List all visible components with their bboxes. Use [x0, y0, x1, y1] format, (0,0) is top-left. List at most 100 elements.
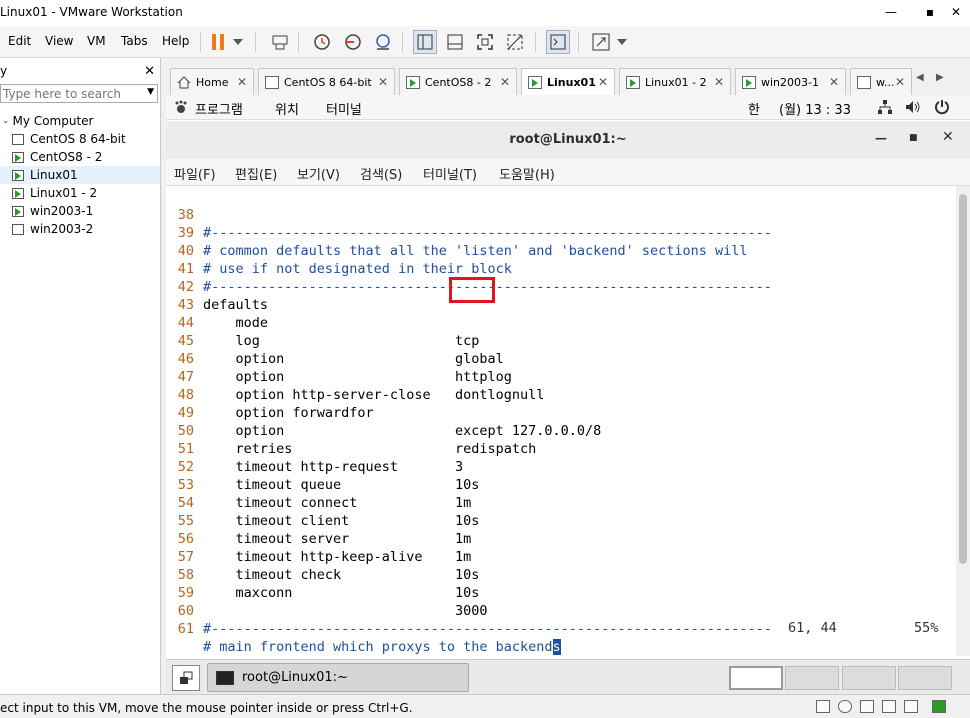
- expand-icon[interactable]: ⌄: [2, 116, 10, 126]
- tab-win2003-2[interactable]: w... ✕: [850, 68, 912, 95]
- power-icon[interactable]: [934, 99, 950, 115]
- guest-display[interactable]: 프로그램 위치 터미널 한 (월) 13 : 33 root@Linux01:~…: [166, 95, 970, 694]
- tab-home[interactable]: Home ✕: [170, 68, 254, 95]
- network-adapter-icon[interactable]: [860, 700, 874, 713]
- hard-disk-icon[interactable]: [816, 700, 830, 713]
- tab-centos8-2[interactable]: CentOS8 - 2 ✕: [399, 68, 517, 95]
- workspace-1[interactable]: [729, 666, 783, 690]
- tab-close-icon[interactable]: ✕: [829, 75, 839, 89]
- library-search[interactable]: ▼: [0, 84, 158, 103]
- workspace-2[interactable]: [785, 666, 839, 690]
- status-bar: ect input to this VM, move the mouse poi…: [0, 694, 970, 718]
- tab-win2003-1[interactable]: win2003-1 ✕: [735, 68, 846, 95]
- pause-icon[interactable]: [206, 30, 230, 54]
- tree-root-my-computer[interactable]: ⌄ My Computer: [0, 112, 160, 130]
- workspace-3[interactable]: [842, 666, 896, 690]
- menu-tabs[interactable]: Tabs: [121, 34, 148, 48]
- terminal-menubar: 파일(F) 편집(E) 보기(V) 검색(S) 터미널(T) 도움말(H): [166, 159, 970, 186]
- terminal-menu-search[interactable]: 검색(S): [360, 164, 402, 183]
- tree-root-label: My Computer: [12, 114, 94, 128]
- tab-close-icon[interactable]: ✕: [500, 75, 510, 89]
- snapshot-manager-icon[interactable]: [371, 30, 395, 54]
- gnome-foot-icon: [175, 100, 187, 113]
- tab-scroll-left-icon[interactable]: ◀: [916, 72, 924, 83]
- volume-icon[interactable]: [905, 100, 921, 114]
- library-close-icon[interactable]: ✕: [144, 64, 155, 79]
- sound-card-icon[interactable]: [904, 700, 918, 713]
- close-button[interactable]: ✕: [945, 3, 967, 21]
- menu-help[interactable]: Help: [162, 34, 189, 48]
- gnome-top-panel: 프로그램 위치 터미널 한 (월) 13 : 33: [166, 95, 970, 120]
- terminal-menu-help[interactable]: 도움말(H): [499, 164, 555, 183]
- show-library-icon[interactable]: [413, 30, 437, 54]
- taskbar-terminal-button[interactable]: root@Linux01:~: [207, 663, 469, 692]
- terminal-scrollbar[interactable]: [956, 186, 970, 656]
- maximize-button[interactable]: ▪: [919, 3, 941, 21]
- chevron-down-icon[interactable]: ▼: [147, 87, 154, 97]
- tab-close-icon[interactable]: ✕: [598, 75, 608, 89]
- revert-snapshot-icon[interactable]: [341, 30, 365, 54]
- tab-linux01[interactable]: Linux01 ✕: [521, 68, 615, 96]
- search-input[interactable]: [1, 85, 141, 102]
- workspace-4[interactable]: [898, 666, 952, 690]
- snapshot-icon[interactable]: [310, 30, 334, 54]
- tab-scroll-right-icon[interactable]: ▶: [936, 72, 944, 83]
- tree-item-win2003-2[interactable]: win2003-2: [0, 220, 160, 238]
- terminal-line: 42 defaults: [166, 260, 268, 313]
- tree-item-label: Linux01: [30, 168, 78, 182]
- console-view-icon[interactable]: [546, 30, 570, 54]
- tab-linux01-2[interactable]: Linux01 - 2 ✕: [619, 68, 731, 95]
- vm-running-icon: [12, 169, 24, 181]
- tree-item-win2003-1[interactable]: win2003-1: [0, 202, 160, 220]
- terminal-menu-terminal[interactable]: 터미널(T): [423, 164, 477, 183]
- terminal-maximize-button[interactable]: ■: [909, 133, 918, 143]
- tab-close-icon[interactable]: ✕: [237, 75, 247, 89]
- pause-dropdown-icon[interactable]: [230, 30, 246, 54]
- terminal-minimize-button[interactable]: —: [875, 131, 887, 145]
- terminal-line: 43 mode tcp: [166, 277, 956, 349]
- stretch-guest-icon[interactable]: [589, 30, 613, 54]
- scrollbar-thumb[interactable]: [959, 194, 967, 564]
- full-screen-icon[interactable]: [473, 30, 497, 54]
- gnome-clock[interactable]: (월) 13 : 33: [779, 99, 851, 118]
- tree-item-label: win2003-2: [30, 222, 94, 236]
- cd-dvd-icon[interactable]: [838, 700, 852, 713]
- send-ctrl-alt-del-icon[interactable]: [268, 30, 292, 54]
- toolbar-separator: [298, 32, 299, 52]
- menu-edit[interactable]: Edit: [8, 34, 31, 48]
- terminal-menu-edit[interactable]: 편집(E): [235, 164, 277, 183]
- stretch-dropdown-icon[interactable]: [614, 30, 630, 54]
- tree-item-linux01[interactable]: Linux01: [0, 166, 160, 184]
- minimize-button[interactable]: —: [880, 3, 902, 21]
- terminal-line: 51 timeout http-request 10s: [166, 422, 956, 493]
- gnome-menu-programs[interactable]: 프로그램: [195, 99, 243, 118]
- terminal-menu-view[interactable]: 보기(V): [297, 164, 340, 183]
- line-text: #---------------------------------------…: [203, 225, 772, 241]
- tab-close-icon[interactable]: ✕: [895, 75, 905, 89]
- network-icon[interactable]: [878, 100, 892, 114]
- text-cursor: s: [552, 639, 561, 655]
- menu-view[interactable]: View: [45, 34, 73, 48]
- tab-close-icon[interactable]: ✕: [378, 75, 388, 89]
- tree-item-centos8-2[interactable]: CentOS8 - 2: [0, 148, 160, 166]
- tree-item-centos8[interactable]: CentOS 8 64-bit: [0, 130, 160, 148]
- usb-icon[interactable]: [882, 700, 896, 713]
- terminal-text-area[interactable]: 38 #------------------------------------…: [166, 186, 956, 656]
- gnome-menu-places[interactable]: 위치: [275, 99, 299, 118]
- vm-status-icon[interactable]: [932, 700, 946, 713]
- terminal-close-button[interactable]: ✕: [942, 129, 954, 145]
- input-method-indicator[interactable]: 한: [748, 99, 760, 118]
- vm-tree: ⌄ My Computer CentOS 8 64-bit CentOS8 - …: [0, 112, 160, 238]
- thumbnail-bar-icon[interactable]: [443, 30, 467, 54]
- menu-vm[interactable]: VM: [87, 34, 106, 48]
- show-desktop-icon[interactable]: [172, 665, 200, 691]
- tab-close-icon[interactable]: ✕: [714, 75, 724, 89]
- tree-item-linux01-2[interactable]: Linux01 - 2: [0, 184, 160, 202]
- tab-centos8[interactable]: CentOS 8 64-bit ✕: [258, 68, 395, 95]
- gnome-menu-terminal[interactable]: 터미널: [326, 99, 362, 118]
- terminal-line: 61 # main frontend which proxys to the b…: [166, 602, 561, 655]
- unity-mode-icon[interactable]: [503, 30, 527, 54]
- taskbar-label: root@Linux01:~: [242, 670, 348, 685]
- terminal-menu-file[interactable]: 파일(F): [174, 164, 216, 183]
- tab-label: w...: [876, 75, 895, 89]
